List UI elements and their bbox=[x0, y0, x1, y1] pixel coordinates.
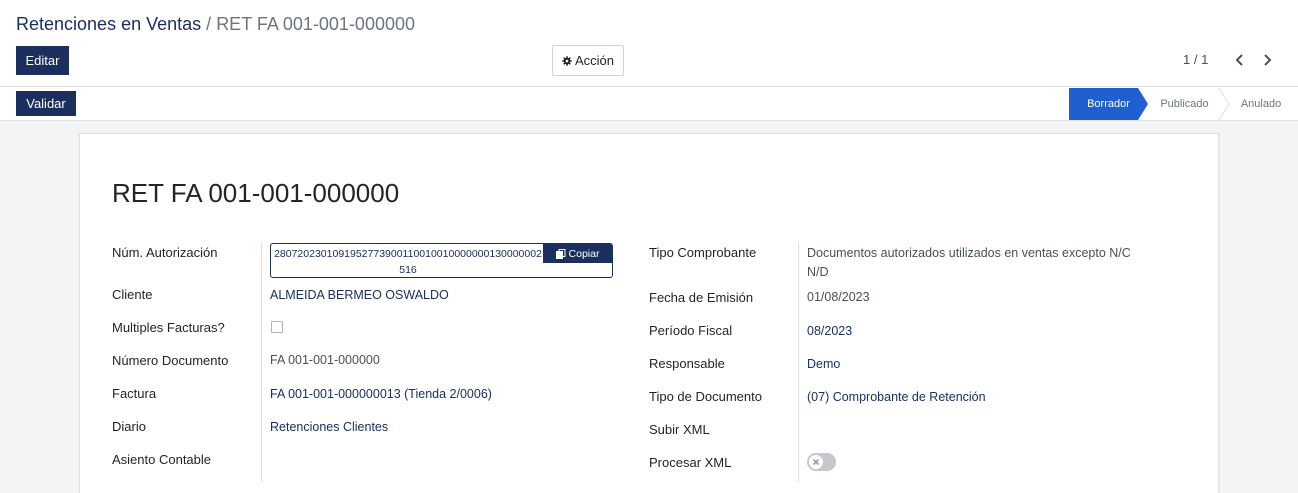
stage-draft[interactable]: Borrador bbox=[1069, 88, 1148, 120]
multiple-invoices-checkbox[interactable] bbox=[271, 321, 283, 333]
copy-button-label: Copiar bbox=[568, 247, 600, 260]
process-xml-toggle[interactable] bbox=[807, 453, 836, 471]
edit-button[interactable]: Editar bbox=[16, 46, 69, 75]
breadcrumb-separator: / bbox=[206, 14, 212, 34]
close-icon bbox=[812, 458, 820, 466]
pager-next-button[interactable] bbox=[1258, 50, 1276, 70]
document-number-label: Número Documento bbox=[112, 353, 229, 368]
control-panel: Retenciones en Ventas / RET FA 001-001-0… bbox=[0, 0, 1298, 87]
copy-button[interactable]: Copiar bbox=[543, 244, 612, 263]
fiscal-period-value[interactable]: 08/2023 bbox=[807, 324, 852, 338]
chevron-left-icon bbox=[1235, 54, 1243, 66]
document-type-label: Tipo de Documento bbox=[649, 389, 762, 404]
multiple-invoices-label: Multiples Facturas? bbox=[112, 320, 225, 335]
record-title: RET FA 001-001-000000 bbox=[112, 178, 400, 208]
pager-value[interactable]: 1 / 1 bbox=[1183, 52, 1208, 67]
issue-date-label: Fecha de Emisión bbox=[649, 290, 754, 305]
document-type-value[interactable]: (07) Comprobante de Retención bbox=[807, 390, 986, 404]
breadcrumb-root-link[interactable]: Retenciones en Ventas bbox=[16, 14, 201, 34]
fiscal-period-label: Período Fiscal bbox=[649, 323, 733, 338]
action-button-label: Acción bbox=[574, 53, 615, 68]
authorization-field: 2807202301091952773900110010010000000130… bbox=[270, 243, 613, 278]
toggle-knob bbox=[809, 455, 823, 469]
copy-icon bbox=[555, 248, 566, 259]
accounting-entry-label: Asiento Contable bbox=[112, 452, 212, 467]
responsible-value[interactable]: Demo bbox=[807, 357, 840, 371]
journal-label: Diario bbox=[112, 419, 146, 434]
pager-previous-button[interactable] bbox=[1231, 50, 1249, 70]
client-value[interactable]: ALMEIDA BERMEO OSWALDO bbox=[270, 288, 449, 302]
upload-xml-label: Subir XML bbox=[649, 422, 710, 437]
breadcrumb-current: RET FA 001-001-000000 bbox=[216, 14, 415, 34]
right-column-divider bbox=[798, 242, 799, 482]
invoice-value[interactable]: FA 001-001-000000013 (Tienda 2/0006) bbox=[270, 387, 492, 401]
left-column-divider bbox=[261, 242, 262, 482]
gear-icon bbox=[562, 55, 572, 66]
process-xml-label: Procesar XML bbox=[649, 455, 732, 470]
invoice-label: Factura bbox=[112, 386, 157, 401]
form-sheet: RET FA 001-001-000000 Núm. Autorización … bbox=[79, 133, 1219, 493]
document-number-value: FA 001-001-000000 bbox=[270, 353, 380, 367]
breadcrumb: Retenciones en Ventas / RET FA 001-001-0… bbox=[16, 14, 415, 35]
voucher-type-label: Tipo Comprobante bbox=[649, 245, 757, 260]
status-bar: Validar Borrador Publicado Anulado bbox=[0, 87, 1298, 121]
stage-published[interactable]: Publicado bbox=[1148, 88, 1221, 120]
voucher-type-value-line1: Documentos autorizados utilizados en ven… bbox=[807, 246, 1131, 260]
journal-value[interactable]: Retenciones Clientes bbox=[270, 420, 388, 434]
authorization-label: Núm. Autorización bbox=[112, 245, 218, 260]
action-button[interactable]: Acción bbox=[552, 45, 624, 76]
chevron-right-icon bbox=[1264, 54, 1272, 66]
client-label: Cliente bbox=[112, 287, 153, 302]
issue-date-value: 01/08/2023 bbox=[807, 290, 870, 304]
voucher-type-value-line2: N/D bbox=[807, 265, 829, 279]
validate-button[interactable]: Validar bbox=[16, 91, 76, 116]
authorization-number: 2807202301091952773900110010010000000130… bbox=[274, 248, 542, 276]
stage-cancelled[interactable]: Anulado bbox=[1229, 88, 1293, 120]
responsible-label: Responsable bbox=[649, 356, 725, 371]
